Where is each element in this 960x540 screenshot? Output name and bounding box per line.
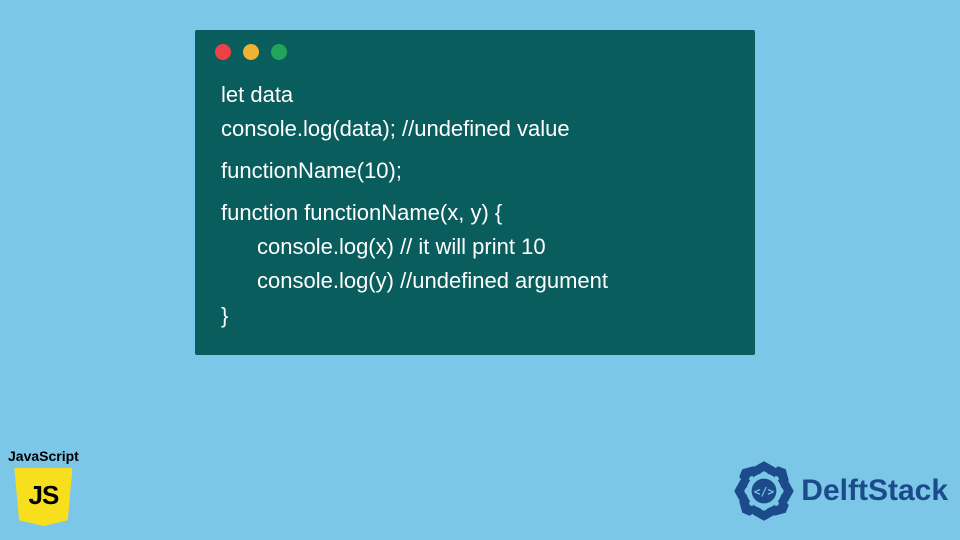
code-block: let data console.log(data); //undefined … xyxy=(195,74,755,333)
javascript-label: JavaScript xyxy=(8,448,79,464)
code-window: let data console.log(data); //undefined … xyxy=(195,30,755,355)
window-close-dot xyxy=(215,44,231,60)
delftstack-logo: </> DelftStack xyxy=(733,460,948,522)
code-line: functionName(10); xyxy=(221,154,729,188)
javascript-badge: JavaScript JS xyxy=(8,448,79,526)
code-line: function functionName(x, y) { xyxy=(221,196,729,230)
code-line: let data xyxy=(221,78,729,112)
javascript-shield-text: JS xyxy=(29,480,59,511)
javascript-shield-icon: JS xyxy=(14,468,72,526)
code-line: console.log(y) //undefined argument xyxy=(221,264,729,298)
code-line: console.log(data); //undefined value xyxy=(221,112,729,146)
code-line: } xyxy=(221,299,729,333)
delftstack-text: DelftStack xyxy=(801,474,948,508)
window-titlebar xyxy=(195,30,755,74)
window-zoom-dot xyxy=(271,44,287,60)
code-line: console.log(x) // it will print 10 xyxy=(221,230,729,264)
svg-text:</>: </> xyxy=(754,485,774,498)
window-minimize-dot xyxy=(243,44,259,60)
delftstack-icon: </> xyxy=(733,460,795,522)
